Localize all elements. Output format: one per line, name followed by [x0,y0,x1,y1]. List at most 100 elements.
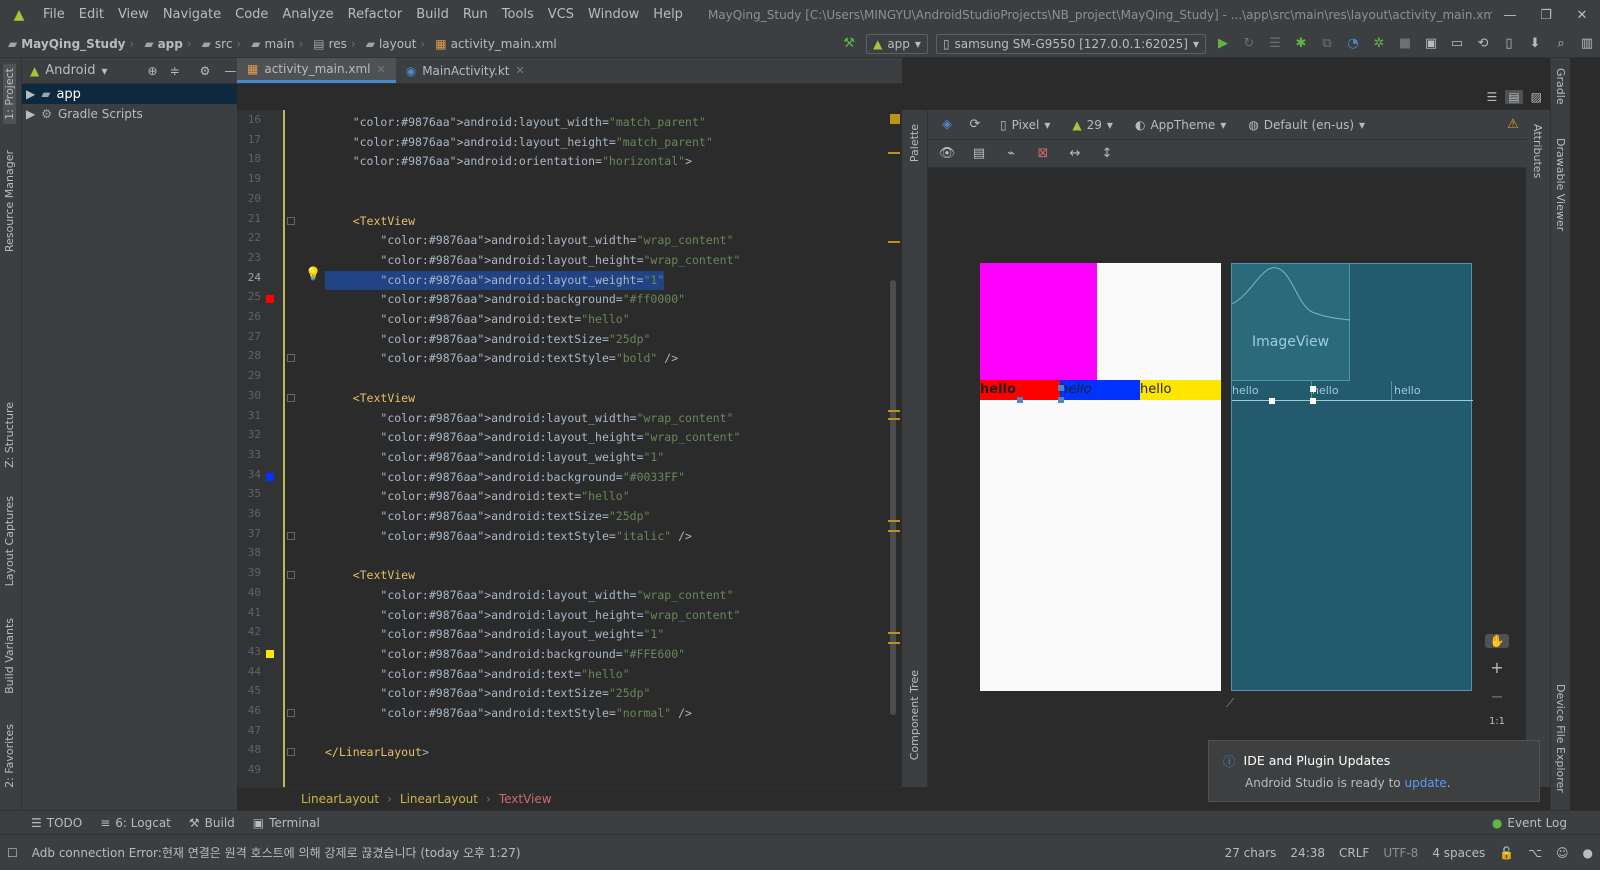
code-line[interactable]: "color:#9876aa">android:layout_height="w… [325,428,740,447]
device-select[interactable]: ▯ samsung SM-G9550 [127.0.0.1:62025] ▾ [935,33,1206,54]
menu-window[interactable]: Window [581,0,646,30]
coverage-icon[interactable]: ✲ [1366,36,1392,51]
search-icon[interactable]: ⌕ [1548,36,1574,51]
inspector-icon[interactable]: ☺ [1549,846,1576,860]
update-link[interactable]: update [1404,776,1446,790]
breadcrumb-project[interactable]: ▰ MayQing_Study › [0,37,136,51]
fold-marker-icon[interactable] [287,748,295,757]
fold-marker-icon[interactable] [287,709,295,717]
code-line[interactable]: "color:#9876aa">android:layout_height="w… [325,606,740,625]
tool-logcat[interactable]: ≡ 6: Logcat [91,816,180,830]
breadcrumb-file[interactable]: ▦ activity_main.xml [427,37,559,51]
profile-icon[interactable]: ◔ [1340,36,1366,51]
design-preview[interactable]: hello hello hello [980,263,1221,691]
text-view-blueprint[interactable]: hello [1392,381,1473,400]
code-line[interactable]: </LinearLayout> [325,743,429,762]
api-level-select[interactable]: ▲ 29 ▾ [1066,115,1119,135]
code-line[interactable]: "color:#9876aa">android:orientation="hor… [325,152,692,171]
image-view-preview[interactable] [980,263,1097,380]
sdk-manager-icon[interactable]: ⬇ [1522,36,1548,51]
pan-hand-icon[interactable]: ✋ [1485,634,1509,648]
tool-tab-device-file-explorer[interactable]: Device File Explorer [1554,684,1567,793]
close-tab-icon[interactable]: ✕ [515,64,524,77]
project-view-select[interactable]: Android [45,63,95,78]
text-view-blueprint[interactable]: hello [1312,381,1392,400]
menu-vcs[interactable]: VCS [541,0,581,30]
split-view-icon[interactable]: ▤ [1505,90,1523,104]
tool-tab-favorites[interactable]: 2: Favorites [3,724,16,788]
code-line[interactable]: "color:#9876aa">android:layout_weight="1… [325,625,664,644]
code-line[interactable]: "color:#9876aa">android:layout_weight="1… [325,448,664,467]
run-icon[interactable]: ▶ [1210,36,1236,51]
rerun-icon[interactable]: ↻ [1236,36,1262,51]
breadcrumb-src[interactable]: ▰ src › [194,37,244,51]
chevron-down-icon[interactable]: ▾ [102,64,108,78]
project-structure-icon[interactable]: ▣ [1418,36,1444,51]
tool-tab-build-variants[interactable]: Build Variants [3,618,16,694]
text-view-yellow[interactable]: hello [1140,380,1221,400]
minimize-icon[interactable]: — [1492,8,1528,23]
menu-analyze[interactable]: Analyze [275,0,340,30]
collapse-all-icon[interactable]: ≑ [170,64,180,78]
tool-tab-component-tree[interactable]: Component Tree [908,670,921,760]
code-line[interactable]: "color:#9876aa">android:layout_width="wr… [325,586,733,605]
tool-tab-attributes[interactable]: Attributes [1531,124,1544,178]
layout-inspector-icon[interactable]: ▭ [1444,36,1470,51]
make-project-icon[interactable]: ⚒ [836,36,862,51]
tool-terminal[interactable]: ▣ Terminal [244,816,329,830]
resize-handle[interactable] [1017,397,1023,403]
avd-manager-icon[interactable]: ▯ [1496,36,1522,51]
fold-marker-icon[interactable] [287,354,295,363]
menu-navigate[interactable]: Navigate [156,0,228,30]
status-message[interactable]: Adb connection Error:현재 연결은 원격 호스트에 의해 강… [25,844,1218,861]
expand-vertical-icon[interactable]: ↕ [1094,146,1120,161]
locale-select[interactable]: ◍ Default (en-us) ▾ [1242,115,1371,135]
tree-item-app[interactable]: ▶ ▰ app [22,84,237,104]
resize-corner-icon[interactable]: ⟋ [1226,696,1234,711]
warning-marker[interactable] [888,530,900,532]
tab-main-activity[interactable]: ◉ MainActivity.kt ✕ [396,58,535,83]
warning-marker[interactable] [888,152,900,154]
code-line[interactable]: "color:#9876aa">android:text="hello" [325,310,629,329]
apply-changes-icon[interactable]: ☰ [1262,36,1288,51]
zoom-actual-size[interactable]: 1:1 [1489,716,1505,727]
fold-marker-icon[interactable] [287,216,295,225]
menu-run[interactable]: Run [456,0,495,30]
tab-activity-main[interactable]: ▦ activity_main.xml ✕ [237,58,396,83]
code-line[interactable]: <TextView [325,212,415,231]
lock-icon[interactable]: 🔓 [1492,846,1521,860]
warning-marker[interactable] [888,410,900,412]
sync-gradle-icon[interactable]: ⟲ [1470,36,1496,51]
update-notification[interactable]: ⓘ IDE and Plugin Updates Android Studio … [1208,740,1540,802]
expand-horizontal-icon[interactable]: ↔ [1062,146,1088,161]
expand-arrow-icon[interactable]: ▶ [26,107,35,121]
code-line[interactable]: "color:#9876aa">android:textSize="25dp" [325,684,650,703]
tool-build[interactable]: ⚒ Build [180,816,244,830]
tool-tab-project[interactable]: 1: Project [3,64,16,124]
fold-marker-icon[interactable] [287,531,295,540]
caret-position[interactable]: 24:38 [1283,846,1332,860]
code-line[interactable]: "color:#9876aa">android:textStyle="itali… [325,527,692,546]
breadcrumb-main[interactable]: ▰ main › [243,37,305,51]
tool-todo[interactable]: ☰ TODO [22,816,91,830]
tree-item-gradle-scripts[interactable]: ▶ ⚙ Gradle Scripts [22,104,237,124]
orientation-icon[interactable]: ⟳ [962,117,988,132]
code-line[interactable]: <TextView [325,389,415,408]
code-line[interactable]: "color:#9876aa">android:textStyle="norma… [325,704,692,723]
lightbulb-icon[interactable]: 💡 [305,267,321,282]
close-tab-icon[interactable]: ✕ [377,63,386,76]
warning-marker[interactable] [888,418,900,420]
zoom-in-icon[interactable]: + [1490,658,1503,677]
tool-event-log[interactable]: ● Event Log [1483,816,1576,830]
code-line[interactable]: "color:#9876aa">android:layout_width="wr… [325,409,733,428]
warning-stripe-icon[interactable] [890,114,900,124]
warning-marker[interactable] [888,520,900,522]
clear-constraints-icon[interactable]: ⊠ [1030,146,1056,161]
tool-tab-gradle[interactable]: Gradle [1554,68,1567,105]
fold-marker-icon[interactable] [287,393,295,402]
close-icon[interactable]: ✕ [1564,8,1600,23]
color-swatch-icon[interactable] [266,472,274,481]
guidelines-icon[interactable]: ▤ [966,146,992,161]
design-view-icon[interactable]: ▨ [1531,90,1542,104]
warning-icon[interactable]: ⚠ [1500,117,1526,132]
